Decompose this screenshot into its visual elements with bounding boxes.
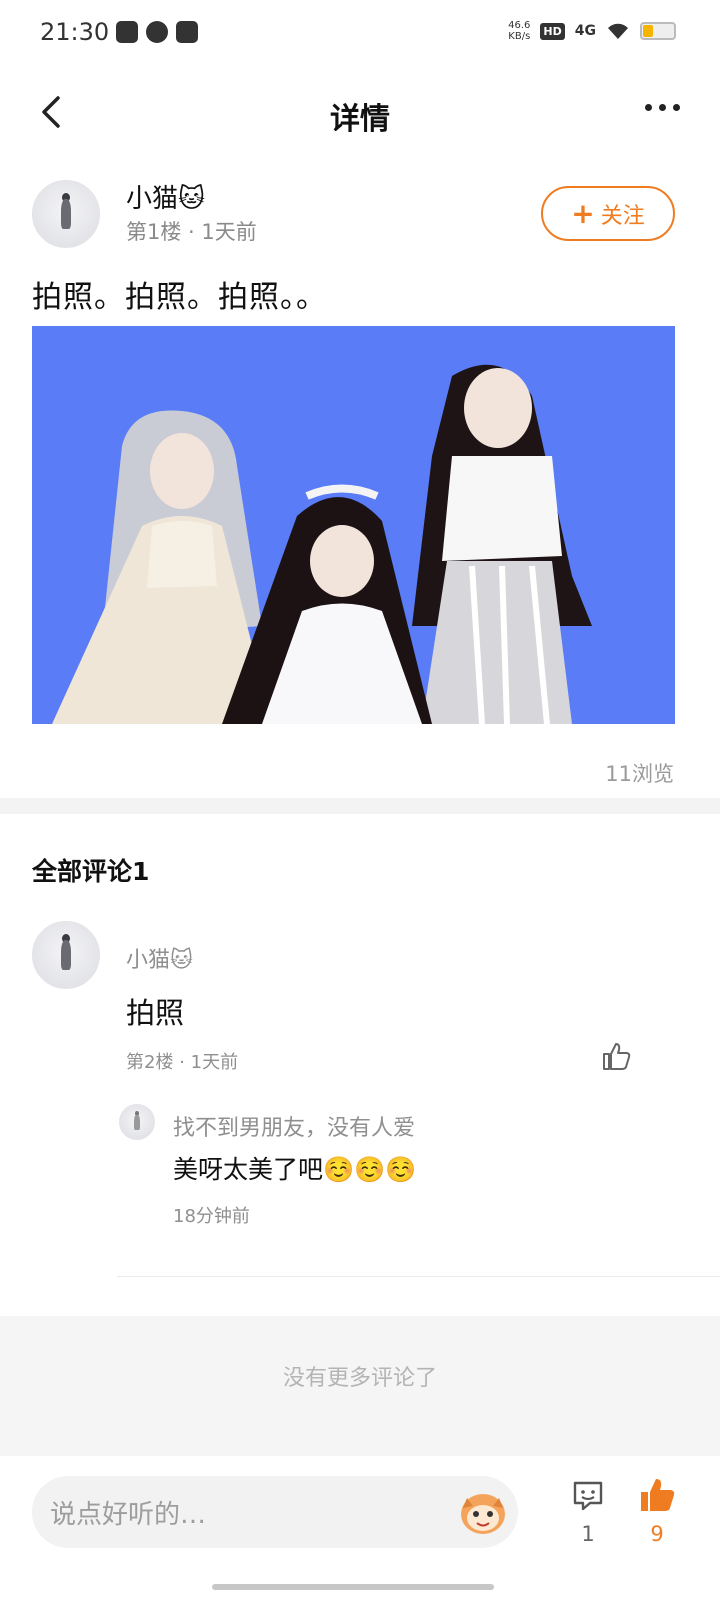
comment-meta: 第2楼 · 1天前: [126, 1052, 239, 1073]
net-speed-unit: KB/s: [508, 31, 531, 42]
more-icon[interactable]: [645, 104, 680, 111]
comment-like-icon[interactable]: [600, 1040, 632, 1072]
status-right: 46.6 KB/s HD 4G: [508, 20, 676, 42]
like-icon[interactable]: [638, 1476, 676, 1514]
reply-text: 美呀太美了吧☺️☺️☺️: [173, 1155, 417, 1184]
comment-input[interactable]: 说点好听的…: [32, 1476, 518, 1548]
reply-avatar[interactable]: [119, 1104, 155, 1140]
plus-icon: +: [571, 196, 595, 230]
post-text: 拍照。拍照。拍照。。: [32, 280, 327, 315]
comment-count: 1: [581, 1522, 595, 1546]
comment-divider: [117, 1276, 720, 1277]
follow-button[interactable]: + 关注: [541, 186, 675, 241]
wifi-icon: [608, 23, 628, 39]
author-avatar[interactable]: [32, 180, 100, 248]
author-name[interactable]: 小猫🐱: [126, 178, 205, 215]
app-icon: [146, 21, 168, 43]
no-more-text: 没有更多评论了: [282, 1366, 437, 1391]
mascot-emoji-icon[interactable]: [455, 1484, 511, 1540]
net-speed: 46.6 KB/s: [508, 20, 530, 42]
play-icon: [176, 21, 198, 43]
message-icon: [116, 21, 138, 43]
comment-input-placeholder: 说点好听的…: [50, 1499, 207, 1530]
like-count: 9: [650, 1522, 664, 1546]
follow-label: 关注: [600, 203, 645, 229]
comment-icon[interactable]: [570, 1478, 606, 1514]
view-count: 11浏览: [605, 762, 674, 786]
net-speed-value: 46.6: [508, 20, 531, 31]
post-meta: 第1楼 · 1天前: [126, 220, 257, 244]
post-image[interactable]: [32, 326, 675, 724]
post-image-illustration: [32, 326, 675, 724]
signal-icon: 4G: [574, 23, 596, 39]
reply-author[interactable]: 找不到男朋友，没有人爱: [173, 1110, 415, 1142]
section-divider: [0, 798, 720, 814]
comments-title: 全部评论1: [32, 857, 150, 886]
notification-icons: [116, 21, 198, 43]
comment-avatar[interactable]: [32, 921, 100, 989]
battery-icon: [640, 22, 676, 40]
home-indicator[interactable]: [212, 1584, 494, 1590]
comment-author[interactable]: 小猫🐱: [126, 942, 193, 974]
reply-time: 18分钟前: [173, 1206, 250, 1227]
comment-text: 拍照: [126, 996, 185, 1030]
hd-badge: HD: [540, 22, 565, 40]
page-title: 详情: [330, 102, 390, 137]
status-time: 21:30: [40, 18, 110, 46]
